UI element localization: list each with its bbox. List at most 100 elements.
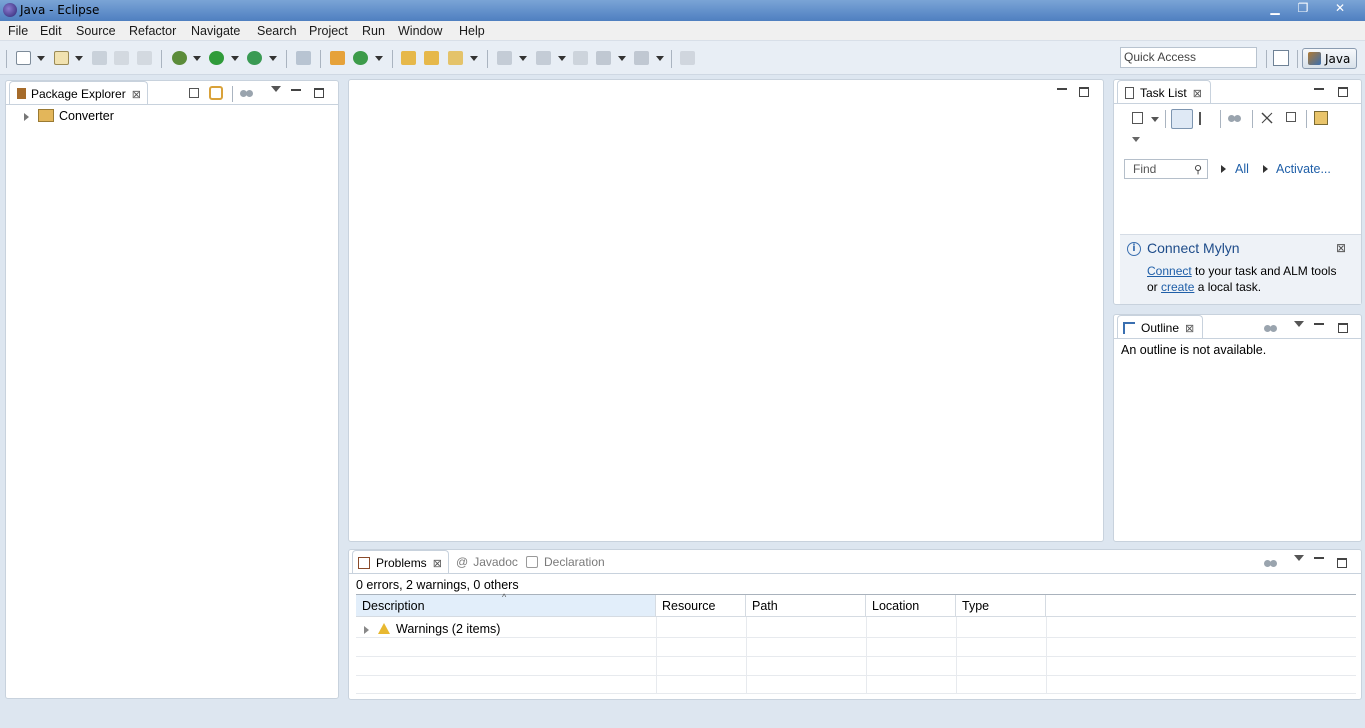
column-header-location[interactable]: Location [866,595,956,617]
new-java-project-icon[interactable] [54,51,69,65]
maximize-view-icon[interactable] [1338,87,1348,97]
maximize-view-icon[interactable] [1338,323,1348,333]
new-dropdown-icon[interactable] [37,56,45,61]
new-task-dropdown-icon[interactable] [1151,117,1159,122]
focus-on-active-task-icon[interactable] [1264,558,1278,569]
maximize-view-icon[interactable] [1337,558,1347,568]
table-row[interactable]: Warnings (2 items) [364,622,500,636]
create-link[interactable]: create [1161,280,1194,294]
previous-annotation-dropdown-icon[interactable] [558,56,566,61]
collapse-all-icon[interactable] [189,88,199,98]
run-icon[interactable] [209,51,224,65]
debug-icon[interactable] [172,51,187,65]
menu-edit[interactable]: Edit [40,24,62,38]
link-with-editor-icon[interactable] [209,86,223,100]
tab-task-list[interactable]: Task List ⊠ [1117,80,1211,104]
activate-link[interactable]: Activate... [1276,162,1331,176]
minimize-view-icon[interactable] [1314,320,1324,325]
open-type-icon[interactable] [401,51,416,65]
new-class-dropdown-icon[interactable] [375,56,383,61]
menu-search[interactable]: Search [257,24,297,38]
all-link[interactable]: All [1235,162,1249,176]
previous-annotation-icon[interactable] [536,51,551,65]
close-tab-icon[interactable]: ⊠ [433,557,442,570]
maximize-view-icon[interactable] [314,88,324,98]
menu-navigate[interactable]: Navigate [191,24,240,38]
new-java-package-icon[interactable] [330,51,345,65]
forward-dropdown-icon[interactable] [656,56,664,61]
last-edit-location-icon[interactable] [573,51,588,65]
tree-item-converter[interactable]: Converter [24,109,114,123]
new-icon[interactable] [16,51,31,65]
column-header-path[interactable]: Path [746,595,866,617]
search-dropdown-icon[interactable] [470,56,478,61]
run-dropdown-icon[interactable] [231,56,239,61]
minimize-view-icon[interactable] [291,86,301,91]
print-icon[interactable] [137,51,152,65]
menu-run[interactable]: Run [362,24,385,38]
external-tools-dropdown-icon[interactable] [269,56,277,61]
minimize-window-button[interactable]: ▁ [1261,0,1289,18]
menu-project[interactable]: Project [309,24,348,38]
save-icon[interactable] [92,51,107,65]
menu-source[interactable]: Source [76,24,116,38]
forward-icon[interactable] [634,51,649,65]
next-annotation-icon[interactable] [497,51,512,65]
external-tools-icon[interactable] [247,51,262,65]
maximize-editor-icon[interactable] [1079,87,1089,97]
focus-on-active-task-icon[interactable] [240,88,254,99]
menu-window[interactable]: Window [398,24,442,38]
tab-problems[interactable]: Problems ⊠ [352,550,449,574]
connect-link[interactable]: Connect [1147,264,1192,278]
view-menu-icon[interactable] [1132,137,1140,142]
categorized-view-icon[interactable] [1171,109,1193,129]
pin-editor-icon[interactable] [680,51,695,65]
tab-declaration[interactable]: Declaration [526,550,605,574]
synchronize-icon[interactable] [1314,111,1328,125]
minimize-view-icon[interactable] [1314,554,1324,559]
view-menu-icon[interactable] [1294,555,1304,561]
menu-help[interactable]: Help [459,24,485,38]
menu-file[interactable]: File [8,24,28,38]
expand-icon[interactable] [364,625,369,634]
hide-completed-icon[interactable] [1260,111,1274,125]
collapse-all-icon[interactable] [1286,112,1296,122]
view-menu-icon[interactable] [271,86,281,92]
column-header-type[interactable]: Type [956,595,1046,617]
tab-package-explorer[interactable]: Package Explorer ⊠ [9,81,148,105]
java-perspective-button[interactable]: Java [1302,48,1357,69]
open-perspective-icon[interactable] [1273,50,1289,66]
focus-on-workweek-icon[interactable] [1228,113,1242,124]
minimize-editor-icon[interactable] [1057,85,1067,90]
close-notice-icon[interactable]: ⊠ [1336,241,1346,255]
menu-refactor[interactable]: Refactor [129,24,176,38]
find-input[interactable]: Find ⚲ [1124,159,1208,179]
quick-access-input[interactable]: Quick Access [1120,47,1257,68]
close-window-button[interactable]: ✕ [1318,0,1362,18]
open-task-icon[interactable] [424,51,439,65]
expand-icon[interactable] [24,112,29,121]
next-annotation-dropdown-icon[interactable] [519,56,527,61]
new-java-class-icon[interactable] [353,51,368,65]
minimize-view-icon[interactable] [1314,85,1324,90]
close-tab-icon[interactable]: ⊠ [132,88,141,101]
debug-dropdown-icon[interactable] [193,56,201,61]
search-icon[interactable] [448,51,463,65]
maximize-window-button[interactable]: ❐ [1289,0,1317,18]
view-menu-icon[interactable] [1294,321,1304,327]
save-all-icon[interactable] [114,51,129,65]
all-filter[interactable]: All [1221,162,1249,176]
back-dropdown-icon[interactable] [618,56,626,61]
close-tab-icon[interactable]: ⊠ [1193,87,1202,100]
tab-outline[interactable]: Outline ⊠ [1117,315,1203,339]
focus-on-active-task-icon[interactable] [1264,323,1278,334]
scheduled-view-icon[interactable] [1199,112,1212,125]
tab-javadoc[interactable]: @ Javadoc [456,550,518,574]
close-tab-icon[interactable]: ⊠ [1185,322,1194,335]
activate-task[interactable]: Activate... [1263,162,1331,176]
column-header-resource[interactable]: Resource [656,595,746,617]
new-task-icon[interactable] [1132,112,1143,124]
new-project-dropdown-icon[interactable] [75,56,83,61]
back-icon[interactable] [596,51,611,65]
column-header-description[interactable]: Description ^ [356,592,656,617]
